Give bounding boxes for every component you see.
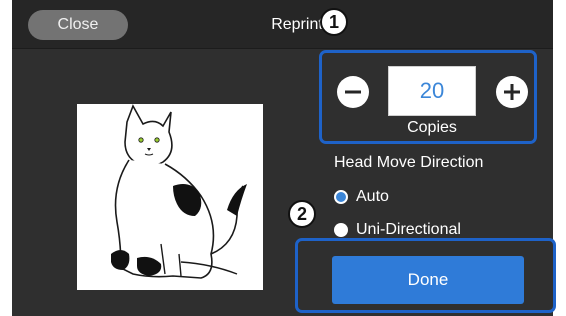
callout-highlight-copies <box>319 50 537 144</box>
callout-number-2: 2 <box>288 200 316 228</box>
title-bar: Close Reprint <box>12 0 553 49</box>
close-button[interactable]: Close <box>28 10 128 40</box>
radio-label-uni-directional: Uni-Directional <box>356 221 461 238</box>
callout-highlight-done <box>295 238 556 313</box>
radio-selected-icon <box>334 190 348 204</box>
radio-unselected-icon <box>334 223 348 237</box>
head-move-direction-label: Head Move Direction <box>334 154 484 171</box>
cat-illustration-icon <box>111 104 247 279</box>
radio-option-auto[interactable]: Auto <box>334 186 389 208</box>
callout-number-1: 1 <box>320 8 348 36</box>
print-preview-image <box>77 104 263 290</box>
radio-label-auto: Auto <box>356 188 389 205</box>
